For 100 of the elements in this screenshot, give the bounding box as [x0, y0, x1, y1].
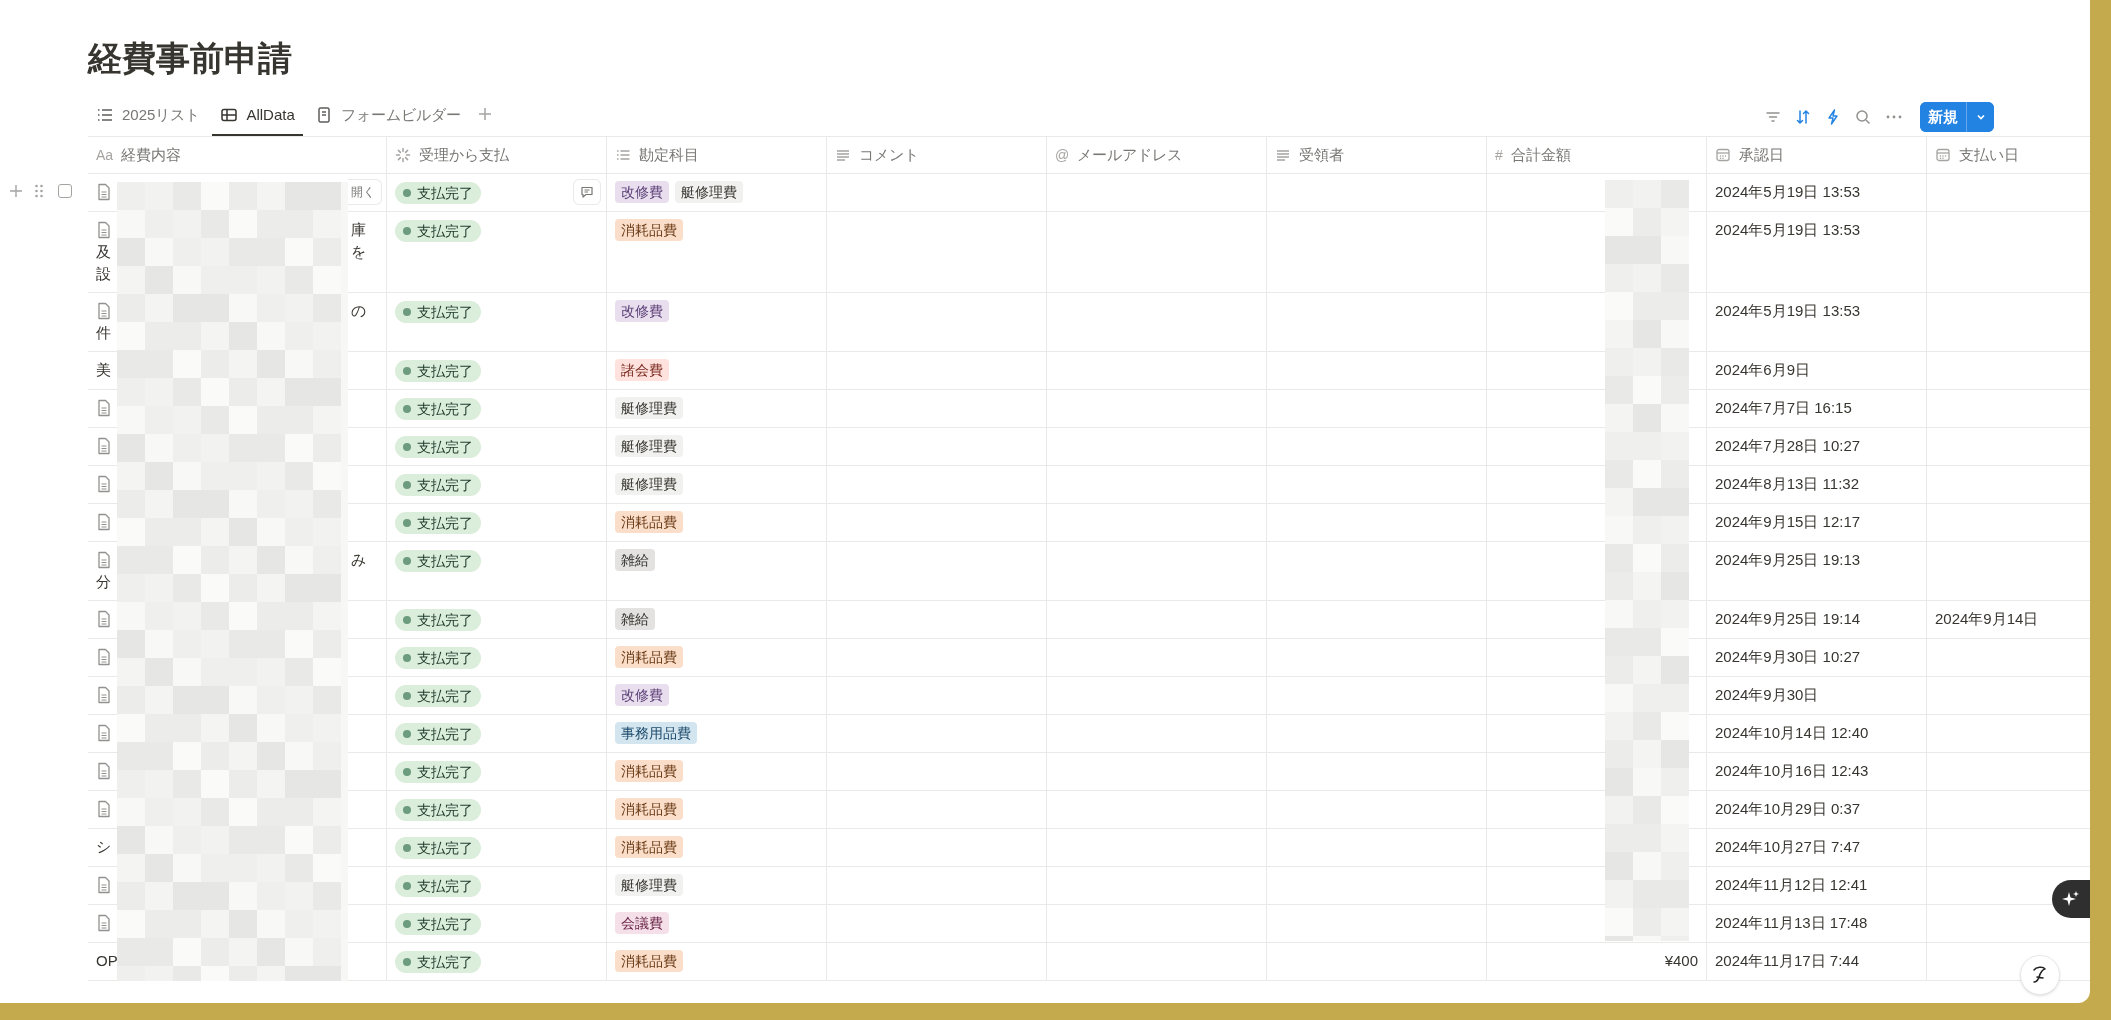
status-tag: 支払完了 [395, 951, 481, 973]
category-tag: 艇修理費 [615, 435, 683, 457]
title-text: 及 [96, 242, 111, 262]
document-icon [96, 800, 112, 818]
category-tag: 消耗品費 [615, 511, 683, 533]
column-header[interactable]: # 合計金額 [1487, 137, 1707, 173]
document-icon [96, 551, 112, 569]
category-tag: 艇修理費 [615, 874, 683, 896]
document-icon [96, 399, 112, 417]
date-text: 2024年5月19日 13:53 [1715, 302, 1861, 319]
comment-icon [580, 185, 594, 199]
status-tag: 支払完了 [395, 301, 481, 323]
date-text: 2024年9月25日 19:14 [1715, 610, 1861, 627]
plus-icon [476, 106, 493, 122]
view-tab[interactable]: 2025リスト [88, 96, 209, 136]
calendar-icon [1935, 147, 1951, 163]
document-icon [96, 513, 112, 531]
status-tag: 支払完了 [395, 837, 481, 859]
comment-button[interactable] [573, 179, 601, 205]
title-text: OP [96, 951, 118, 971]
category-tag: 艇修理費 [675, 181, 743, 203]
category-tag: 消耗品費 [615, 219, 683, 241]
category-tag: 消耗品費 [615, 836, 683, 858]
title-text: 美 [96, 360, 111, 380]
status-tag: 支払完了 [395, 220, 481, 242]
category-tag: 事務用品費 [615, 722, 697, 744]
document-icon [96, 686, 112, 704]
status-tag: 支払完了 [395, 875, 481, 897]
status-tag: 支払完了 [395, 723, 481, 745]
date-text: 2024年10月27日 7:47 [1715, 838, 1861, 855]
title-text: み [351, 550, 366, 570]
date-text: 2024年10月29日 0:37 [1715, 800, 1861, 817]
column-header[interactable]: コメント [827, 137, 1047, 173]
column-header[interactable]: 受理から支払 [387, 137, 607, 173]
document-icon [96, 914, 112, 932]
column-header[interactable]: 勘定科目 [607, 137, 827, 173]
status-tag: 支払完了 [395, 799, 481, 821]
document-icon [96, 724, 112, 742]
category-tag: 雑給 [615, 549, 655, 571]
help-button[interactable] [2020, 955, 2060, 995]
page-title: 経費事前申請 [88, 38, 292, 79]
date-text: 2024年5月19日 13:53 [1715, 221, 1861, 238]
status-tag: 支払完了 [395, 398, 481, 420]
date-text: 2024年9月14日 [1935, 610, 2039, 627]
column-header[interactable]: 支払い日 [1927, 137, 2090, 173]
view-tab[interactable]: フォームビルダー [306, 96, 469, 136]
title-text: 庫 [351, 220, 366, 240]
title-text: 件 [96, 323, 111, 343]
date-text: 2024年6月9日 [1715, 361, 1811, 378]
date-text: 2024年10月16日 12:43 [1715, 762, 1869, 779]
calendar-icon [1715, 147, 1731, 163]
category-tag: 諸会費 [615, 359, 669, 381]
dropdown-button[interactable] [1966, 102, 1994, 132]
status-tag: 支払完了 [395, 647, 481, 669]
list-icon [96, 106, 114, 124]
date-text: 2024年11月13日 17:48 [1715, 914, 1868, 931]
ai-button[interactable] [2052, 880, 2090, 918]
column-header[interactable]: 承認日 [1707, 137, 1927, 173]
drag-handle-icon[interactable] [34, 183, 44, 199]
status-tag: 支払完了 [395, 609, 481, 631]
category-tag: 消耗品費 [615, 646, 683, 668]
row-checkbox[interactable] [58, 184, 72, 198]
document-icon [96, 183, 112, 201]
open-button[interactable]: 開く [348, 179, 382, 205]
spinner-icon [395, 147, 411, 163]
category-tag: 改修費 [615, 684, 669, 706]
document-icon [96, 762, 112, 780]
date-text: 2024年9月30日 10:27 [1715, 648, 1861, 665]
title-text: の [351, 301, 366, 321]
view-tab[interactable]: AllData [212, 96, 303, 136]
document-icon [96, 221, 112, 239]
category-tag: 消耗品費 [615, 760, 683, 782]
date-text: 2024年5月19日 13:53 [1715, 183, 1861, 200]
category-tag: 消耗品費 [615, 950, 683, 972]
title-text: を [351, 242, 366, 262]
title-text: 設 [96, 264, 111, 284]
status-tag: 支払完了 [395, 512, 481, 534]
status-tag: 支払完了 [395, 360, 481, 382]
column-header[interactable]: 受領者 [1267, 137, 1487, 173]
amount-text: ¥400 [1664, 951, 1698, 971]
column-header[interactable]: Aa 経費内容 [88, 137, 387, 173]
status-tag: 支払完了 [395, 182, 481, 204]
search-icon[interactable] [1854, 108, 1872, 126]
table-icon [220, 106, 239, 124]
category-tag: 艇修理費 [615, 473, 683, 495]
property-type-icon: Aa [96, 144, 114, 166]
plus-icon[interactable] [8, 183, 24, 199]
property-type-icon: @ [1055, 144, 1070, 166]
status-tag: 支払完了 [395, 550, 481, 572]
document-icon [96, 610, 112, 628]
date-text: 2024年8月13日 11:32 [1715, 475, 1859, 492]
document-icon [96, 437, 112, 455]
sort-icon[interactable] [1794, 108, 1812, 126]
date-text: 2024年9月15日 12:17 [1715, 513, 1861, 530]
document-icon [96, 876, 112, 894]
column-header[interactable]: @ メールアドレス [1047, 137, 1267, 173]
date-text: 2024年7月7日 16:15 [1715, 399, 1852, 416]
category-tag: 会議費 [615, 912, 669, 934]
date-text: 2024年11月17日 7:44 [1715, 952, 1859, 969]
date-text: 2024年11月12日 12:41 [1715, 876, 1868, 893]
